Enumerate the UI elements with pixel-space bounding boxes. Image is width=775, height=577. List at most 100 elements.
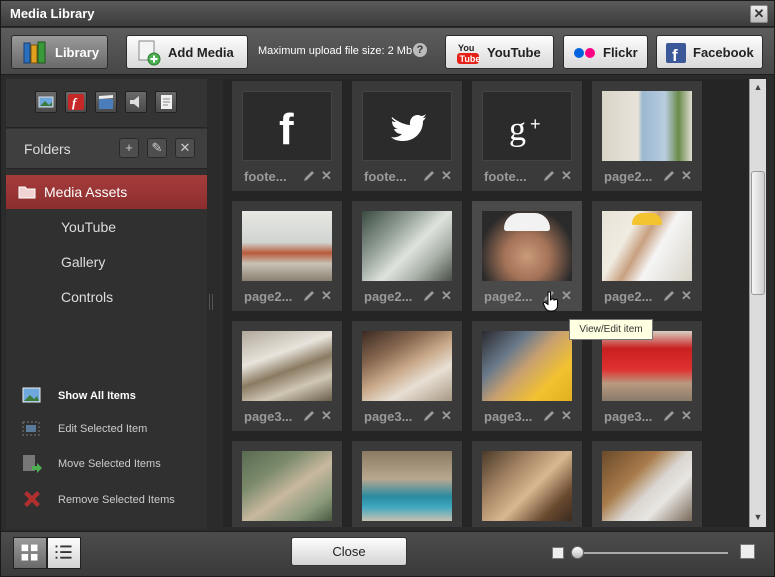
scrollbar-thumb[interactable] <box>751 171 765 295</box>
media-item[interactable]: foote... ✕ <box>352 81 462 191</box>
media-thumbnail <box>362 211 452 281</box>
zoom-slider-track[interactable] <box>576 552 728 554</box>
audio-filter-button[interactable] <box>125 91 147 113</box>
folder-media-assets[interactable]: Media Assets <box>6 175 207 209</box>
pencil-icon[interactable] <box>663 170 675 182</box>
delete-icon[interactable]: ✕ <box>681 169 693 182</box>
flickr-label: Flickr <box>603 45 638 60</box>
add-folder-icon: + <box>125 140 133 155</box>
help-icon[interactable]: ? <box>413 43 427 57</box>
folder-controls[interactable]: Controls <box>61 289 113 305</box>
remove-icon <box>24 491 40 507</box>
media-thumbnail <box>362 451 452 521</box>
pencil-icon[interactable] <box>423 290 435 302</box>
youtube-button[interactable]: You Tube YouTube <box>445 35 554 69</box>
pencil-icon[interactable] <box>663 290 675 302</box>
vertical-scrollbar[interactable]: ▲ ▼ <box>749 79 766 527</box>
pencil-icon[interactable] <box>543 410 555 422</box>
folder-label: Media Assets <box>44 184 128 200</box>
media-item[interactable]: page3... ✕ <box>352 321 462 431</box>
delete-icon[interactable]: ✕ <box>561 409 573 422</box>
pencil-icon[interactable] <box>543 170 555 182</box>
edit-selected-item-action[interactable]: Edit Selected Item <box>21 418 207 442</box>
facebook-button[interactable]: f Facebook <box>656 35 763 69</box>
media-item[interactable]: page2... ✕ <box>592 201 702 311</box>
folder-youtube[interactable]: YouTube <box>61 219 116 235</box>
delete-icon[interactable]: ✕ <box>561 169 573 182</box>
delete-icon[interactable]: ✕ <box>441 289 453 302</box>
rename-folder-button[interactable]: ✎ <box>147 138 167 158</box>
video-filter-button[interactable] <box>95 91 117 113</box>
media-library-dialog: Media Library ✕ Library Add Media Maximu… <box>0 0 775 577</box>
media-item[interactable]: page2... ✕ <box>352 201 462 311</box>
list-view-icon <box>55 545 72 559</box>
delete-icon[interactable]: ✕ <box>681 289 693 302</box>
remove-selected-items-action[interactable]: Remove Selected Items <box>21 489 207 513</box>
zoom-in-icon[interactable] <box>740 544 755 559</box>
media-item[interactable]: page2... ✕ <box>232 201 342 311</box>
folders-title: Folders <box>24 141 71 157</box>
media-name: page3... <box>364 409 413 424</box>
svg-text:You: You <box>458 43 474 53</box>
show-all-items-action[interactable]: Show All Items <box>21 385 207 409</box>
panel-splitter[interactable] <box>207 79 215 529</box>
delete-icon[interactable]: ✕ <box>321 289 333 302</box>
zoom-slider-knob[interactable] <box>571 546 584 559</box>
action-label: Edit Selected Item <box>58 423 148 435</box>
pencil-icon[interactable] <box>663 410 675 422</box>
scroll-up-icon[interactable]: ▲ <box>752 81 764 93</box>
delete-icon[interactable]: ✕ <box>441 169 453 182</box>
media-thumbnail <box>602 91 692 161</box>
pencil-icon[interactable] <box>303 290 315 302</box>
media-item[interactable]: g + foote... ✕ <box>472 81 582 191</box>
delete-icon[interactable]: ✕ <box>321 169 333 182</box>
media-name: foote... <box>244 169 287 184</box>
list-view-button[interactable] <box>47 537 81 569</box>
pencil-icon: ✎ <box>151 140 163 155</box>
media-item[interactable] <box>232 441 342 527</box>
flash-filter-button[interactable]: f <box>65 91 87 113</box>
media-item[interactable] <box>592 441 702 527</box>
grid-view-button[interactable] <box>13 537 47 569</box>
media-item[interactable]: page3... ✕ <box>232 321 342 431</box>
video-icon <box>99 95 113 109</box>
scroll-down-icon[interactable]: ▼ <box>752 511 764 523</box>
media-item[interactable]: f foote... ✕ <box>232 81 342 191</box>
delete-icon: ✕ <box>179 140 191 155</box>
audio-icon <box>130 96 139 108</box>
window-close-button[interactable]: ✕ <box>750 5 768 23</box>
close-button[interactable]: Close <box>291 537 407 566</box>
media-item[interactable]: page2... ✕ <box>472 201 582 311</box>
media-item[interactable] <box>352 441 462 527</box>
folder-gallery[interactable]: Gallery <box>61 254 105 270</box>
add-media-button[interactable]: Add Media <box>126 35 248 69</box>
image-filter-button[interactable] <box>35 91 57 113</box>
media-thumbnail <box>602 211 692 281</box>
media-item[interactable]: page2... ✕ <box>592 81 702 191</box>
media-name: page2... <box>604 169 653 184</box>
svg-text:f: f <box>279 105 294 154</box>
move-selected-items-action[interactable]: Move Selected Items <box>21 453 207 477</box>
pencil-icon[interactable] <box>423 410 435 422</box>
delete-folder-button[interactable]: ✕ <box>175 138 195 158</box>
upload-size-info: Maximum upload file size: 2 Mb <box>258 45 413 57</box>
delete-icon[interactable]: ✕ <box>441 409 453 422</box>
library-button[interactable]: Library <box>11 35 108 69</box>
folders-header: Folders + ✎ ✕ <box>6 129 207 169</box>
add-media-icon <box>138 40 161 66</box>
media-name: page2... <box>364 289 413 304</box>
delete-icon[interactable]: ✕ <box>681 409 693 422</box>
media-item[interactable]: page3... ✕ <box>472 321 582 431</box>
pencil-icon[interactable] <box>423 170 435 182</box>
document-filter-button[interactable] <box>155 91 177 113</box>
zoom-out-icon[interactable] <box>552 547 564 559</box>
folder-icon <box>18 186 36 199</box>
pencil-icon[interactable] <box>303 170 315 182</box>
add-folder-button[interactable]: + <box>119 138 139 158</box>
facebook-logo-icon: f <box>279 105 294 154</box>
delete-icon[interactable]: ✕ <box>321 409 333 422</box>
flickr-button[interactable]: Flickr <box>563 35 648 69</box>
delete-icon[interactable]: ✕ <box>561 289 573 302</box>
media-item[interactable] <box>472 441 582 527</box>
pencil-icon[interactable] <box>303 410 315 422</box>
